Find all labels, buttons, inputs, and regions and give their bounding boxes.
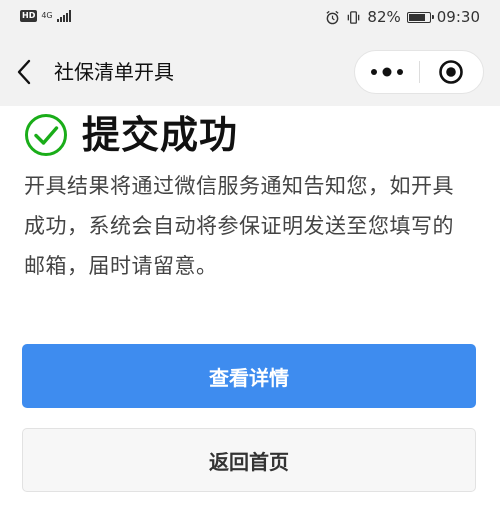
check-circle-icon [25, 114, 67, 156]
back-button[interactable] [8, 56, 40, 88]
result-header: 提交成功 [24, 112, 238, 158]
close-button[interactable] [420, 51, 484, 93]
chevron-left-icon [17, 59, 31, 85]
status-bar: HD 4G 82% 09:30 [0, 0, 500, 36]
mini-program-capsule [354, 50, 484, 94]
clock: 09:30 [436, 8, 480, 26]
status-right: 82% 09:30 [325, 8, 480, 26]
more-dots-icon [370, 67, 403, 77]
target-close-icon [439, 60, 464, 84]
page-title: 社保清单开具 [54, 60, 174, 84]
nav-bar: 社保清单开具 [0, 36, 500, 106]
battery-percentage: 82% [367, 8, 401, 26]
hd-badge: HD [20, 10, 38, 22]
result-description: 开具结果将通过微信服务通知告知您，如开具成功，系统会自动将参保证明发送至您填写的… [24, 174, 454, 278]
vibrate-icon [348, 10, 360, 24]
return-home-button[interactable]: 返回首页 [22, 428, 476, 492]
network-type: 4G [41, 11, 53, 20]
result-title: 提交成功 [82, 113, 239, 157]
alarm-icon [326, 10, 339, 24]
battery-icon [406, 11, 434, 23]
battery-level [408, 13, 425, 21]
view-details-button[interactable]: 查看详情 [22, 344, 476, 408]
more-button[interactable] [355, 51, 419, 93]
signal-icon [56, 10, 71, 22]
status-left: HD 4G [20, 10, 71, 22]
